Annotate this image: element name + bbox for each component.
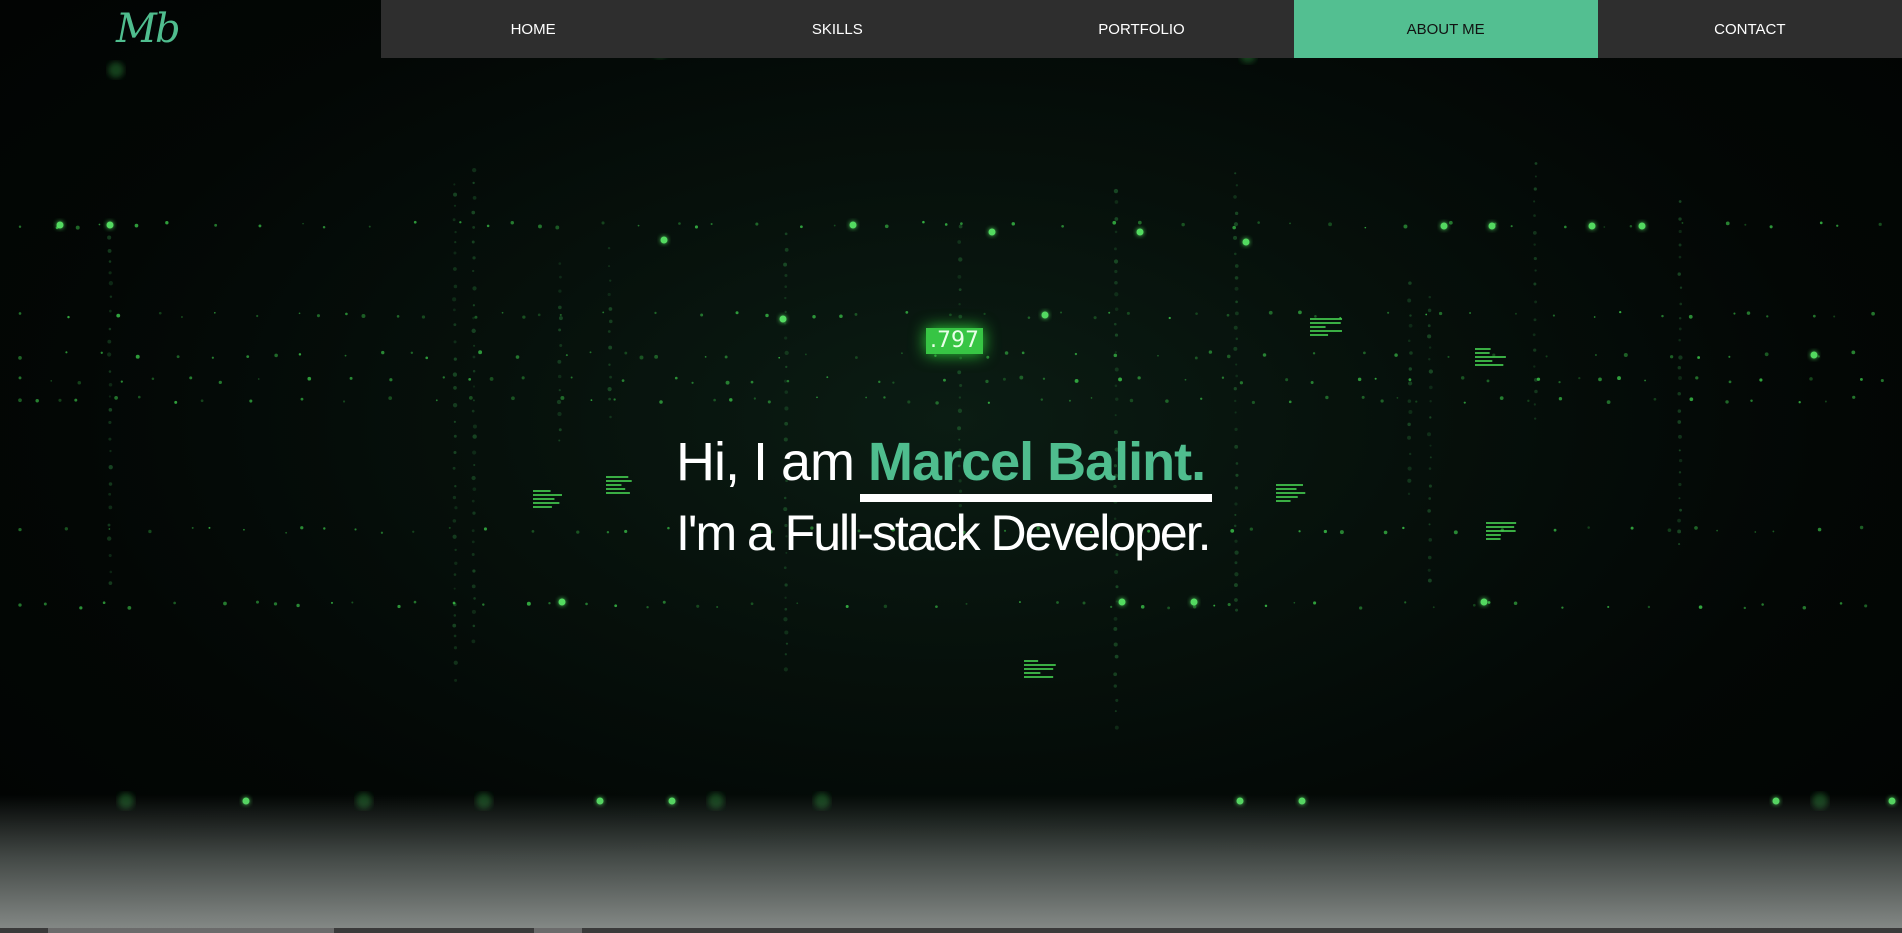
code-badge: .797 [926, 328, 983, 354]
name-underline [860, 494, 1212, 502]
nav-item-contact[interactable]: CONTACT [1598, 0, 1902, 58]
page: .797 Mb HOME SKILLS PORTFOLIO ABOUT ME C… [0, 0, 1902, 933]
hero-greeting: Hi, I am [676, 432, 869, 492]
nav-item-skills[interactable]: SKILLS [685, 0, 989, 58]
nav-item-portfolio[interactable]: PORTFOLIO [989, 0, 1293, 58]
hero-heading: Hi, I am Marcel Balint. [676, 428, 1236, 502]
logo[interactable]: Mb [116, 4, 181, 54]
nav-item-about-me[interactable]: ABOUT ME [1293, 0, 1598, 58]
hero: Hi, I am Marcel Balint. I'm a Full-stack… [676, 428, 1236, 566]
main-nav: HOME SKILLS PORTFOLIO ABOUT ME CONTACT [381, 0, 1902, 58]
logo-area: Mb [0, 0, 381, 58]
hero-name: Marcel Balint. [868, 432, 1206, 492]
nav-item-home[interactable]: HOME [381, 0, 685, 58]
hero-subtitle: I'm a Full-stack Developer. [676, 505, 1212, 561]
bottom-strip [0, 928, 1902, 933]
